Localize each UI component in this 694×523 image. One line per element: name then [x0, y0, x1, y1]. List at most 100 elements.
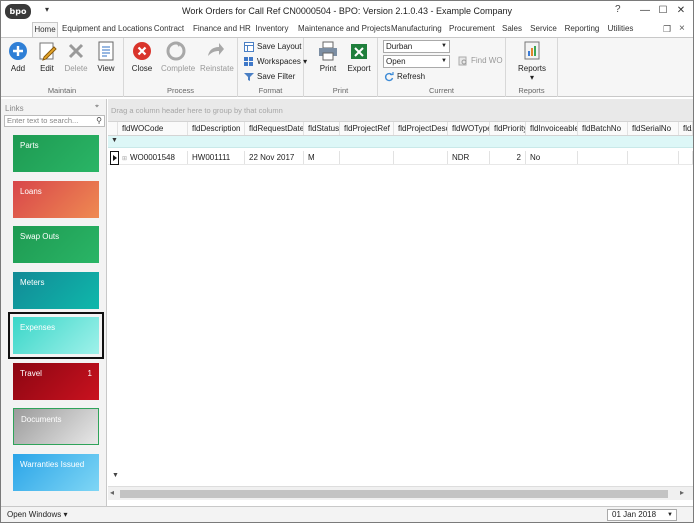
group-label-maintain: Maintain	[47, 86, 77, 95]
cell-serial-no[interactable]	[628, 151, 679, 164]
column-header-fldpriority[interactable]: fldPriority	[490, 122, 526, 135]
cell-priority[interactable]: 2	[490, 151, 526, 164]
cell-status[interactable]: M	[304, 151, 340, 164]
link-tile-documents[interactable]: Documents	[13, 408, 99, 445]
cell-project-desc[interactable]	[394, 151, 448, 164]
grid-header-row: fldWOCode fldDescription fldRequestDate …	[108, 121, 693, 136]
cell-wocode[interactable]: WO0001548	[118, 151, 188, 164]
reports-button[interactable]: Reports ▾	[517, 40, 547, 82]
horizontal-scrollbar[interactable]: ◂ ▸	[108, 486, 693, 500]
tab-reporting[interactable]: Reporting	[564, 22, 600, 37]
ribbon-tabs: Home Equipment and Locations Contract Fi…	[1, 22, 693, 37]
cell-wo-type[interactable]: NDR	[448, 151, 490, 164]
tab-sales[interactable]: Sales	[501, 22, 523, 37]
expand-icon[interactable]: ⊞	[122, 155, 127, 162]
workspaces-icon	[244, 56, 253, 66]
column-header-fldstatus[interactable]: fldStatus	[304, 122, 340, 135]
group-maintain: Add Edit Delete View Maintain	[1, 38, 124, 97]
column-header-fldprojectref[interactable]: fldProjectRef	[340, 122, 394, 135]
save-layout-button[interactable]: Save Layout	[244, 40, 301, 54]
link-tile-expenses[interactable]: Expenses	[8, 312, 104, 359]
complete-icon	[166, 41, 186, 61]
tab-home[interactable]: Home	[32, 22, 58, 37]
link-tile-swap-outs[interactable]: Swap Outs	[13, 226, 99, 263]
group-process: Close Complete Reinstate Process	[124, 38, 238, 97]
refresh-icon	[384, 71, 394, 82]
travel-count-badge: 1	[87, 369, 92, 378]
column-header-fldwotype[interactable]: fldWOType	[448, 122, 490, 135]
work-orders-grid: Drag a column header here to group by th…	[108, 99, 693, 506]
column-header-fldrequestdate[interactable]: fldRequestDate	[245, 122, 304, 135]
print-button[interactable]: Print	[313, 40, 343, 76]
view-button[interactable]: View	[91, 40, 121, 76]
link-tile-meters[interactable]: Meters	[13, 272, 99, 309]
column-header-fldinvoiceable[interactable]: fldInvoiceable	[526, 122, 578, 135]
link-tile-parts[interactable]: Parts	[13, 135, 99, 172]
help-icon[interactable]: ?	[615, 4, 621, 15]
close-wo-button[interactable]: Close	[127, 40, 157, 76]
tab-procurement[interactable]: Procurement	[449, 22, 495, 37]
add-button[interactable]: Add	[3, 40, 33, 76]
tab-finance-and-hr[interactable]: Finance and HR	[193, 22, 251, 37]
open-windows-menu[interactable]: Open Windows ▾	[7, 510, 68, 519]
tab-manufacturing[interactable]: Manufacturing	[391, 22, 442, 37]
export-button[interactable]: Export	[344, 40, 374, 76]
tab-maintenance-and-projects[interactable]: Maintenance and Projects	[298, 22, 391, 37]
scroll-left-icon[interactable]: ◂	[110, 488, 114, 497]
auto-filter-row[interactable]	[108, 136, 693, 148]
workspaces-button[interactable]: Workspaces ▾	[244, 55, 307, 69]
window-title: Work Orders for Call Ref CN0000504 - BPO…	[182, 6, 512, 16]
find-wo-button[interactable]: Find WO	[458, 54, 503, 68]
link-tile-warranties-issued[interactable]: Warranties Issued	[13, 454, 99, 491]
scroll-right-icon[interactable]: ▸	[680, 488, 684, 497]
link-tile-loans[interactable]: Loans	[13, 181, 99, 218]
filter-panel-toggle-icon[interactable]: ▼	[108, 472, 693, 482]
column-header-fldbatchno[interactable]: fldBatchNo	[578, 122, 628, 135]
tab-equipment-and-locations[interactable]: Equipment and Locations	[62, 22, 152, 37]
layout-icon	[244, 41, 254, 52]
cell-batch-no[interactable]	[578, 151, 628, 164]
tab-inventory[interactable]: Inventory	[254, 22, 290, 37]
dropdown-arrow-icon: ▼	[441, 58, 447, 64]
column-header-fldserialno[interactable]: fldSerialNo	[628, 122, 679, 135]
maximize-button[interactable]: ☐	[654, 3, 672, 19]
minimize-button[interactable]: —	[636, 3, 654, 19]
close-window-button[interactable]: ✕	[672, 3, 690, 19]
group-label-current: Current	[428, 86, 454, 95]
status-dropdown[interactable]: Open ▼	[383, 55, 450, 68]
reports-icon	[524, 41, 540, 60]
delete-button[interactable]: Delete	[61, 40, 91, 76]
cell-invoiceable[interactable]: No	[526, 151, 578, 164]
links-search-input[interactable]: Enter text to search... ⚲	[4, 115, 105, 127]
link-tile-travel[interactable]: Travel 1	[13, 363, 99, 400]
cell-a[interactable]	[679, 151, 693, 164]
group-label-reports: Reports	[518, 86, 545, 95]
scrollbar-thumb[interactable]	[120, 490, 668, 498]
close-mdi-icon[interactable]: ×	[679, 23, 685, 34]
group-by-panel[interactable]: Drag a column header here to group by th…	[108, 99, 693, 121]
cell-request-date[interactable]: 22 Nov 2017	[245, 151, 304, 164]
tab-utilities[interactable]: Utilities	[607, 22, 634, 37]
current-date-picker[interactable]: 01 Jan 2018 ▼	[607, 509, 677, 521]
tab-service[interactable]: Service	[530, 22, 557, 37]
add-icon	[9, 42, 27, 60]
cell-description[interactable]: HW001111	[188, 151, 245, 164]
save-filter-button[interactable]: Save Filter	[244, 70, 295, 84]
column-header-fldprojectdesc[interactable]: fldProjectDesc	[394, 122, 448, 135]
chevron-down-icon: ▾	[529, 73, 534, 82]
column-header-flda[interactable]: fldA	[679, 122, 693, 135]
reinstate-button[interactable]: Reinstate	[200, 40, 234, 76]
tab-contract[interactable]: Contract	[153, 22, 185, 37]
pin-icon[interactable]: ⌖	[95, 103, 99, 111]
restore-mdi-icon[interactable]: ❐	[663, 24, 671, 35]
search-icon[interactable]: ⚲	[96, 116, 102, 126]
site-dropdown[interactable]: Durban ▼	[383, 40, 450, 53]
export-icon	[351, 44, 367, 59]
edit-button[interactable]: Edit	[32, 40, 62, 76]
column-header-flddescription[interactable]: fldDescription	[188, 122, 245, 135]
refresh-button[interactable]: Refresh	[384, 70, 425, 84]
table-row[interactable]: WO0001548 HW001111 22 Nov 2017 M NDR 2 N…	[108, 151, 693, 165]
complete-button[interactable]: Complete	[161, 40, 195, 76]
column-header-fldwocode[interactable]: fldWOCode	[118, 122, 188, 135]
cell-project-ref[interactable]	[340, 151, 394, 164]
